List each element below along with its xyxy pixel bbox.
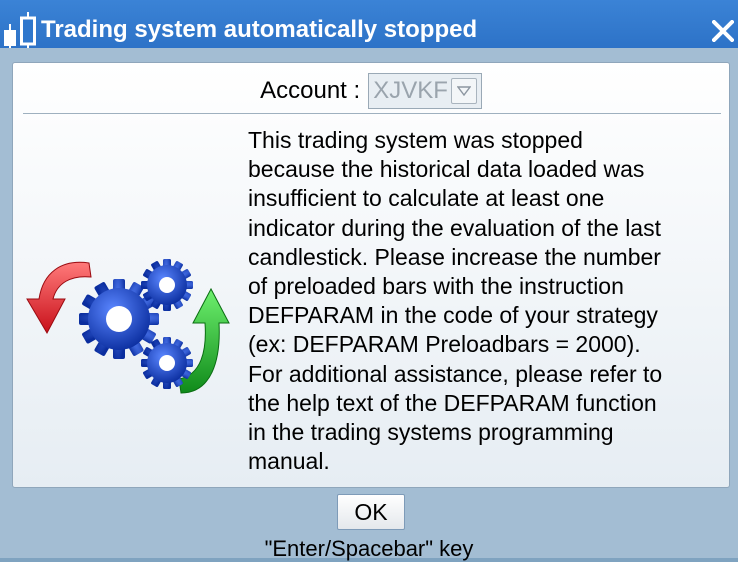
message-line: in the trading systems programming bbox=[248, 419, 614, 446]
message-line: insufficient to calculate at least one bbox=[248, 185, 605, 212]
message-panel: Account : XJVKF This trading system was … bbox=[12, 62, 730, 488]
message-line: indicator during the evaluation of the l… bbox=[248, 214, 661, 241]
account-label: Account : bbox=[260, 77, 361, 104]
message-line: For additional assistance, please refer … bbox=[248, 360, 663, 387]
account-row: Account : XJVKF bbox=[13, 71, 729, 111]
divider bbox=[23, 113, 721, 114]
message-line: candlestick. Please increase the number bbox=[248, 243, 661, 270]
message-line: manual. bbox=[248, 448, 330, 475]
close-icon bbox=[712, 20, 734, 42]
account-value: XJVKF bbox=[373, 77, 448, 104]
account-select[interactable]: XJVKF bbox=[368, 73, 482, 109]
window-title: Trading system automatically stopped bbox=[41, 16, 478, 43]
dialog-body: Account : XJVKF This trading system was … bbox=[0, 48, 738, 561]
message-line: the help text of the DEFPARAM function bbox=[248, 389, 657, 416]
message-line: (ex: DEFPARAM Preloadbars = 2000). bbox=[248, 331, 641, 358]
message-line: because the historical data loaded was bbox=[248, 156, 645, 183]
gears-cycle-icon bbox=[26, 259, 230, 394]
message-line: DEFPARAM in the code of your strategy bbox=[248, 302, 658, 329]
ok-button[interactable]: OK bbox=[337, 494, 405, 530]
close-button[interactable] bbox=[708, 14, 738, 48]
message-line: of preloaded bars with the instruction bbox=[248, 273, 624, 300]
keyboard-hint: "Enter/Spacebar" key bbox=[264, 536, 474, 561]
chevron-down-icon[interactable] bbox=[450, 78, 477, 104]
message-line: This trading system was stopped bbox=[248, 127, 583, 153]
error-message: This trading system was stopped because … bbox=[248, 126, 718, 476]
